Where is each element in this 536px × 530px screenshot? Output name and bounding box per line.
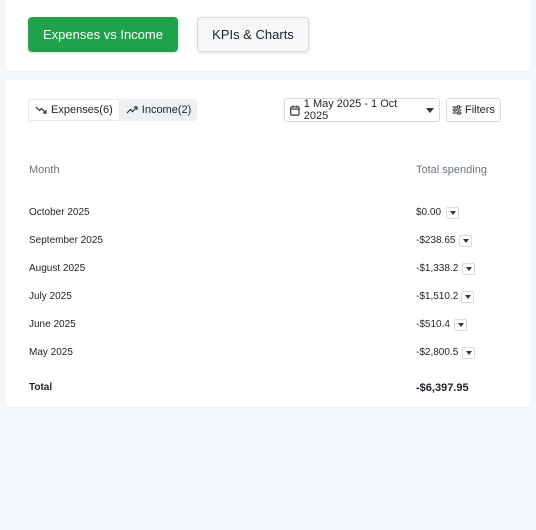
date-range-label: 1 May 2025 - 1 Oct 2025 bbox=[303, 98, 398, 122]
calendar-icon bbox=[290, 105, 300, 116]
table-row: August 2025 -$1,338.2 bbox=[6, 260, 530, 280]
top-tabs-panel: Expenses vs Income KPIs & Charts bbox=[6, 0, 530, 70]
table-row: September 2025 -$238.65 bbox=[6, 232, 530, 252]
table-row: October 2025 $0.00 bbox=[6, 204, 530, 224]
expenses-toggle-label: Expenses(6) bbox=[51, 104, 113, 116]
income-toggle-label: Income(2) bbox=[141, 104, 192, 116]
row-dropdown-icon[interactable] bbox=[454, 319, 467, 331]
row-dropdown-icon[interactable] bbox=[459, 235, 472, 247]
expenses-vs-income-tab[interactable]: Expenses vs Income bbox=[28, 17, 178, 52]
date-range-picker[interactable]: 1 May 2025 - 1 Oct 2025 bbox=[284, 98, 440, 122]
trending-up-icon bbox=[126, 106, 138, 114]
income-toggle[interactable]: Income(2) bbox=[119, 99, 198, 121]
spending-panel: Expenses(6) Income(2) 1 May 2025 - 1 Oct… bbox=[6, 80, 530, 406]
table-row: June 2025 -$510.4 bbox=[6, 316, 530, 336]
filters-label: Filters bbox=[465, 104, 495, 116]
row-month: September 2025 bbox=[29, 235, 103, 246]
row-amount: -$238.65 bbox=[416, 235, 456, 246]
row-dropdown-icon[interactable] bbox=[461, 291, 474, 303]
filters-button[interactable]: Filters bbox=[446, 98, 501, 122]
total-label: Total bbox=[29, 382, 53, 393]
row-amount: -$1,338.2 bbox=[416, 263, 459, 274]
row-dropdown-icon[interactable] bbox=[462, 263, 475, 275]
table-row: July 2025 -$1,510.2 bbox=[6, 288, 530, 308]
row-amount: -$510.4 bbox=[416, 319, 450, 330]
total-row: Total -$6,397.95 bbox=[6, 379, 530, 399]
row-dropdown-icon[interactable] bbox=[446, 207, 459, 219]
total-amount: -$6,397.95 bbox=[416, 382, 469, 394]
row-month: May 2025 bbox=[29, 347, 73, 358]
caret-down-icon bbox=[426, 107, 434, 113]
row-dropdown-icon[interactable] bbox=[462, 347, 475, 359]
row-month: August 2025 bbox=[29, 263, 86, 274]
kpis-charts-tab[interactable]: KPIs & Charts bbox=[197, 17, 309, 52]
type-toggle-group: Expenses(6) Income(2) bbox=[28, 99, 198, 121]
month-column-header: Month bbox=[29, 164, 60, 176]
row-amount: -$1,510.2 bbox=[416, 291, 459, 302]
sliders-icon bbox=[452, 105, 462, 115]
trending-down-icon bbox=[35, 106, 47, 114]
row-amount: $0.00 bbox=[416, 207, 442, 218]
row-month: October 2025 bbox=[29, 207, 90, 218]
row-amount: -$2,800.5 bbox=[416, 347, 459, 358]
total-spending-column-header: Total spending bbox=[416, 164, 487, 176]
table-row: May 2025 -$2,800.5 bbox=[6, 344, 530, 364]
expenses-toggle[interactable]: Expenses(6) bbox=[28, 99, 120, 121]
row-month: June 2025 bbox=[29, 319, 76, 330]
row-month: July 2025 bbox=[29, 291, 72, 302]
